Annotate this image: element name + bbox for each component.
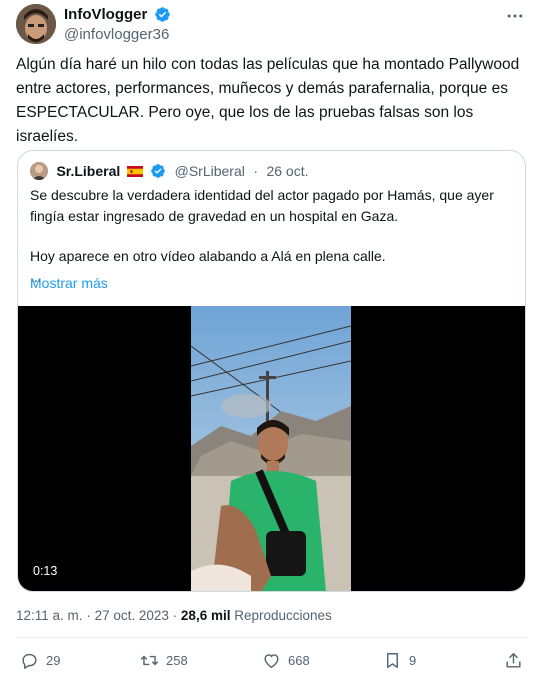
bookmark-count: 9	[409, 652, 417, 668]
quoted-tweet-date[interactable]: 26 oct.	[266, 163, 308, 179]
bookmark-icon	[387, 652, 398, 668]
like-count: 668	[288, 652, 310, 668]
retweet-count: 258	[166, 652, 188, 668]
reply-count: 29	[46, 652, 61, 668]
author-avatar[interactable]	[16, 4, 56, 44]
author-handle[interactable]: @infovlogger36	[64, 26, 171, 43]
tweet-meta: 12:11 a. m. · 27 oct. 2023 · 28,6 mil Re…	[16, 608, 332, 623]
separator-dot: ·	[86, 608, 91, 623]
author-display-name[interactable]: InfoVlogger	[64, 6, 147, 23]
video-thumbnail	[191, 306, 351, 591]
tweet-date[interactable]: 27 oct. 2023	[95, 608, 169, 623]
divider	[16, 637, 529, 638]
quoted-author-name: Sr.Liberal	[56, 163, 121, 179]
separator-dot: ·	[253, 163, 258, 179]
like-button[interactable]: 668	[262, 648, 310, 672]
quoted-author-avatar	[30, 162, 48, 180]
verified-badge-icon	[155, 7, 170, 23]
spain-flag-icon	[126, 165, 143, 177]
reply-icon	[22, 653, 37, 669]
quoted-tweet-header: Sr.Liberal @SrLiberal · 26 oct.	[30, 162, 308, 182]
retweet-button[interactable]: 258	[140, 648, 188, 672]
quoted-line: Se descubre la verdadera identidad del a…	[30, 187, 494, 224]
author-names: InfoVlogger @infovlogger36	[64, 6, 171, 43]
verified-badge-icon	[151, 164, 166, 178]
views-label: Reproducciones	[234, 608, 332, 623]
share-icon	[506, 652, 521, 668]
quoted-tweet[interactable]: Sr.Liberal @SrLiberal · 26 oct. Se descu…	[17, 150, 526, 592]
quoted-tweet-text: Se descubre la verdadera identidad del a…	[30, 185, 515, 287]
retweet-icon	[140, 655, 159, 665]
reply-button[interactable]: 29	[20, 648, 60, 672]
more-options-icon[interactable]	[505, 6, 525, 26]
bookmark-button[interactable]: 9	[383, 648, 416, 672]
tweet-time[interactable]: 12:11 a. m.	[16, 608, 83, 623]
heart-icon	[264, 653, 279, 668]
tweet-header: InfoVlogger @infovlogger36	[16, 4, 531, 44]
tweet-actions: 29 258 668 9	[16, 648, 529, 672]
tweet-text: Algún día haré un hilo con todas las pel…	[16, 56, 520, 145]
quoted-line: Hoy aparece en otro vídeo alabando a Alá…	[30, 248, 386, 264]
video-player[interactable]: 0:13	[18, 306, 525, 591]
quoted-author-handle: @SrLiberal	[174, 163, 245, 179]
separator-dot: ·	[172, 608, 178, 623]
views-count[interactable]: 28,6 mil	[181, 608, 231, 623]
share-button[interactable]	[504, 648, 523, 672]
show-more-link[interactable]: Mostrar más	[30, 275, 108, 291]
video-duration: 0:13	[28, 562, 63, 580]
